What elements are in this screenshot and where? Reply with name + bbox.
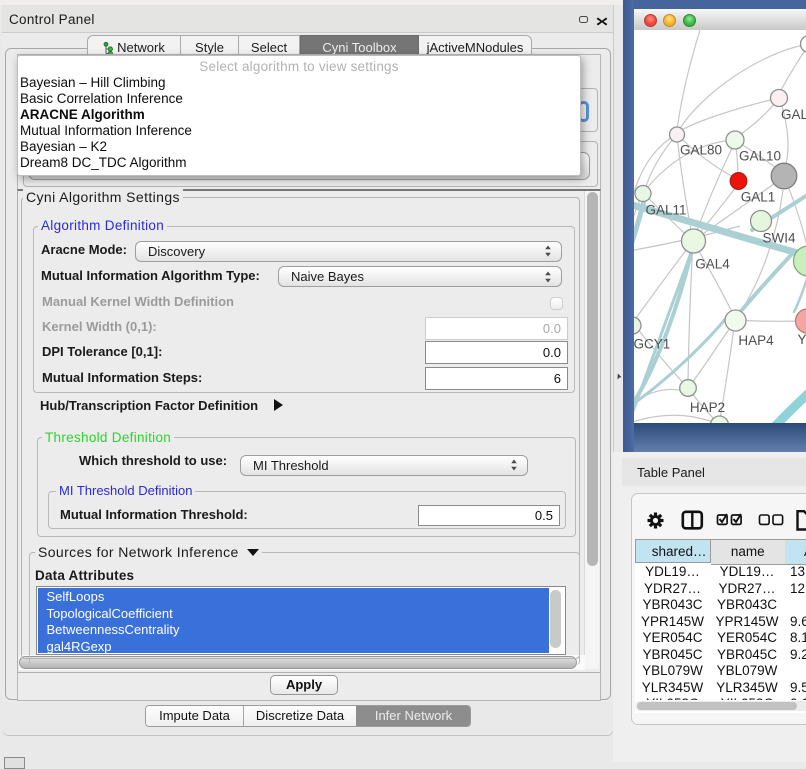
svg-text:GCY1: GCY1 [634,337,670,352]
svg-text:HAP4: HAP4 [738,333,774,348]
svg-text:GAL1: GAL1 [741,190,776,205]
svg-text:GAL11: GAL11 [645,203,686,218]
svg-text:HAP2: HAP2 [690,400,725,415]
svg-text:GAL80: GAL80 [680,143,722,158]
svg-text:GAL10: GAL10 [739,149,781,164]
svg-text:GAL4: GAL4 [695,257,730,272]
svg-text:YE: YE [798,332,806,347]
svg-text:SWI4: SWI4 [762,231,795,246]
svg-text:GAL7: GAL7 [781,107,806,122]
